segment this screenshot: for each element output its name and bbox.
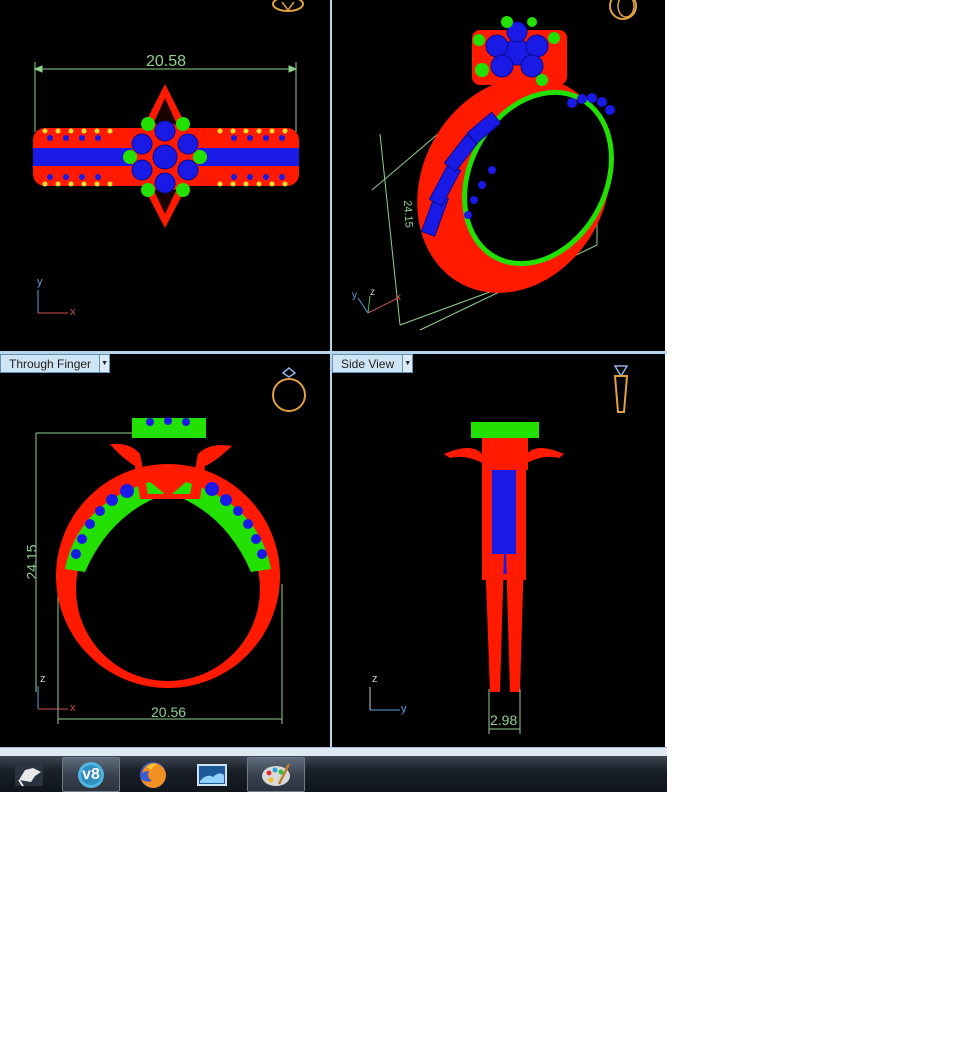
viewport-title-tab[interactable]: Side View ▼ [332, 354, 414, 373]
viewport-perspective[interactable]: 24.15 y z x [332, 0, 665, 351]
taskbar: v8 [0, 756, 667, 792]
view-widget-icon [272, 0, 304, 12]
perspective-view-drawing [357, 0, 637, 331]
height-dimension-label: 24.15 [23, 544, 40, 580]
axis-z-label: z [370, 287, 375, 298]
axis-z-label: z [372, 673, 378, 685]
front-view-drawing [35, 367, 306, 724]
taskbar-item-photo-viewer[interactable] [186, 757, 238, 792]
view-widget-icon [613, 365, 629, 413]
rhino-app: 20.58 y x 24.15 y z x Through Finger ▼ 2… [0, 0, 667, 792]
window-bottom-frame [0, 747, 667, 756]
axis-x-label: x [396, 292, 401, 303]
view-widget-icon [609, 0, 637, 20]
width-dimension-label: 20.56 [151, 704, 187, 720]
axis-y-label: y [401, 703, 407, 715]
chevron-down-icon[interactable]: ▼ [99, 355, 110, 372]
rhino-icon [15, 763, 43, 787]
taskbar-item-rhino[interactable] [2, 757, 56, 792]
side-view-drawing [369, 365, 629, 734]
viewport-title-tab[interactable]: Through Finger ▼ [0, 354, 111, 373]
view-widget-icon [272, 367, 306, 412]
axis-y-label: y [37, 276, 43, 288]
paint-icon [262, 762, 291, 786]
axis-y-label: y [352, 290, 357, 301]
width-dimension-label: 2.98 [490, 712, 518, 728]
viewport-top[interactable]: 20.58 y x [0, 0, 330, 351]
taskbar-item-paint[interactable] [247, 757, 305, 792]
dimension-label: 24.15 [400, 199, 415, 229]
v8-label: v8 [82, 765, 100, 783]
viewport-right[interactable]: Side View ▼ 2.98 z y [332, 354, 665, 747]
taskbar-item-v8[interactable]: v8 [62, 757, 120, 792]
top-view-drawing: 20.58 [33, 0, 304, 314]
chevron-down-icon[interactable]: ▼ [402, 355, 413, 372]
viewport-front[interactable]: Through Finger ▼ 24.15 20.56 z x [0, 354, 330, 747]
dimension-label: 20.58 [146, 53, 186, 70]
firefox-icon [140, 761, 166, 788]
viewport-title: Side View [341, 357, 395, 371]
photo-viewer-icon [197, 763, 227, 786]
axis-x-label: x [70, 702, 76, 714]
taskbar-item-firefox[interactable] [124, 757, 182, 792]
axis-x-label: x [70, 306, 76, 318]
viewport-title: Through Finger [9, 357, 92, 371]
viewport-splitter-vertical[interactable] [330, 0, 332, 748]
axis-z-label: z [40, 673, 46, 685]
